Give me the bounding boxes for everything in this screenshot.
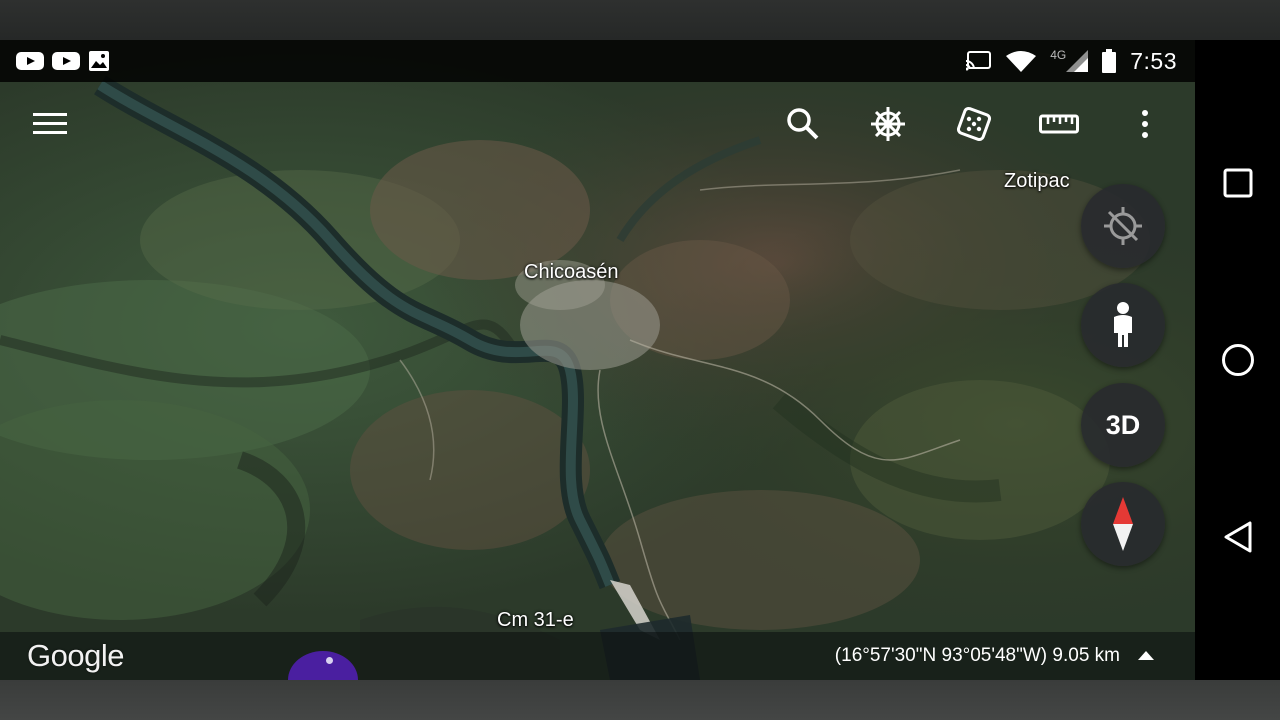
feeling-lucky-dice-icon[interactable] [954,102,994,146]
voyager-wheel-icon[interactable] [868,102,908,146]
top-letterbox [0,0,1280,40]
my-location-button[interactable] [1081,184,1165,268]
home-circle-icon[interactable] [1217,339,1259,381]
more-options-icon[interactable] [1125,102,1165,146]
youtube-icon [16,52,44,70]
compass-button[interactable] [1081,482,1165,566]
network-type-label: 4G [1050,48,1067,62]
compass-icon [1113,497,1133,551]
pegman-icon [1114,302,1132,347]
google-logo: Google [27,638,124,673]
location-disabled-icon [1104,207,1142,245]
youtube-icon [52,52,80,70]
search-icon[interactable] [783,102,823,146]
cell-signal-icon [1066,50,1089,72]
bottom-letterbox [0,680,1280,720]
device-screen: 4G 7:53 Chicoasén Zotipac Cm 31-e 3D Goo… [0,40,1195,680]
hamburger-menu-icon[interactable] [30,102,70,146]
road-label[interactable]: Cm 31-e [497,609,574,632]
satellite-map[interactable] [0,40,1195,680]
battery-icon [1102,49,1117,73]
back-triangle-icon[interactable] [1217,516,1259,558]
expand-up-icon[interactable] [1136,648,1156,662]
android-nav-bar [1195,40,1280,680]
wifi-icon [1006,51,1037,72]
place-label-zotipac[interactable]: Zotipac [1004,170,1070,193]
measure-ruler-icon[interactable] [1039,102,1079,146]
cast-icon [966,51,992,71]
status-bar: 4G 7:53 [0,40,1195,82]
bottom-info-bar: Google (16°57'30"N 93°05'48"W) 9.05 km [0,632,1195,680]
image-icon [89,51,109,71]
toggle-3d-button[interactable]: 3D [1081,383,1165,467]
coordinates-scale-readout: (16°57'30"N 93°05'48"W) 9.05 km [834,645,1120,666]
street-view-button[interactable] [1081,283,1165,367]
recents-square-icon[interactable] [1217,162,1259,204]
clock: 7:53 [1130,47,1177,74]
place-label-chicoasen[interactable]: Chicoasén [524,261,619,284]
